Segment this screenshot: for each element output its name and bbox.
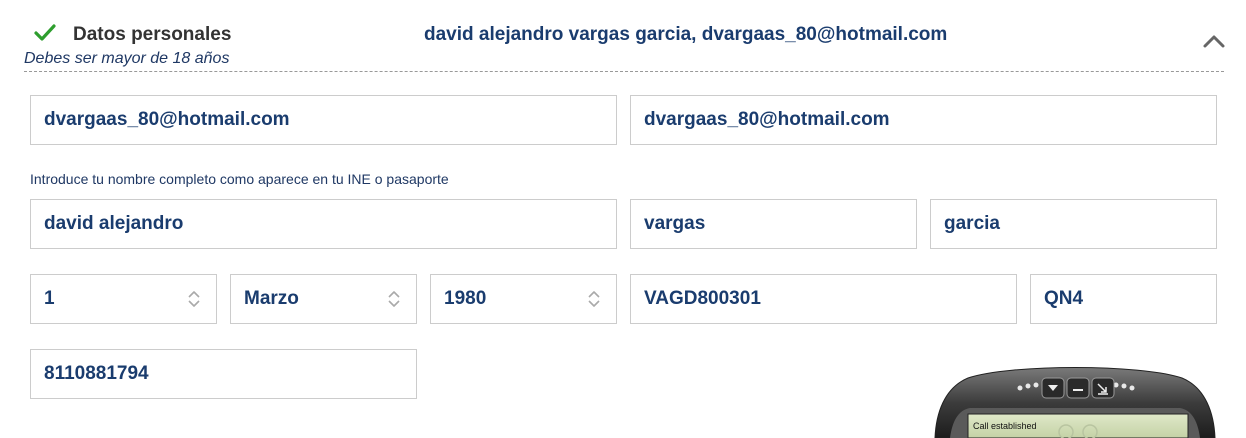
homoclave-field[interactable]: QN4 <box>1030 274 1217 324</box>
name-hint: Introduce tu nombre completo como aparec… <box>30 171 449 187</box>
phone-value: 8110881794 <box>44 363 149 384</box>
section-header[interactable]: Datos personales Debes ser mayor de 18 a… <box>0 0 1246 72</box>
email-value: dvargaas_80@hotmail.com <box>44 109 290 130</box>
phone-field[interactable]: 8110881794 <box>30 349 417 399</box>
maternal-surname-field[interactable]: garcia <box>930 199 1217 249</box>
birth-month-select[interactable]: Marzo <box>230 274 417 324</box>
section-divider <box>24 71 1224 72</box>
updown-arrows-icon <box>388 291 400 307</box>
first-name-value: david alejandro <box>44 213 184 234</box>
first-name-field[interactable]: david alejandro <box>30 199 617 249</box>
rfc-value: VAGD800301 <box>644 288 761 309</box>
birth-year-value: 1980 <box>444 288 487 309</box>
maternal-surname-value: garcia <box>944 213 1000 234</box>
checkmark-icon <box>34 24 56 41</box>
call-status-text: Call established <box>973 421 1037 431</box>
birth-day-select[interactable]: 1 <box>30 274 217 324</box>
paternal-surname-value: vargas <box>644 213 706 234</box>
birth-month-value: Marzo <box>244 288 299 309</box>
section-summary: david alejandro vargas garcia, dvargaas_… <box>424 24 948 45</box>
homoclave-value: QN4 <box>1044 288 1084 309</box>
chevron-up-icon[interactable] <box>1202 33 1226 49</box>
email-confirm-field[interactable]: dvargaas_80@hotmail.com <box>630 95 1217 145</box>
rfc-field[interactable]: VAGD800301 <box>630 274 1017 324</box>
section-title: Datos personales <box>73 24 232 45</box>
updown-arrows-icon <box>588 291 600 307</box>
section-subtitle: Debes ser mayor de 18 años <box>24 50 230 67</box>
birth-day-value: 1 <box>44 288 55 309</box>
paternal-surname-field[interactable]: vargas <box>630 199 917 249</box>
email-confirm-value: dvargaas_80@hotmail.com <box>644 109 890 130</box>
updown-arrows-icon <box>188 291 200 307</box>
email-field[interactable]: dvargaas_80@hotmail.com <box>30 95 617 145</box>
birth-year-select[interactable]: 1980 <box>430 274 617 324</box>
